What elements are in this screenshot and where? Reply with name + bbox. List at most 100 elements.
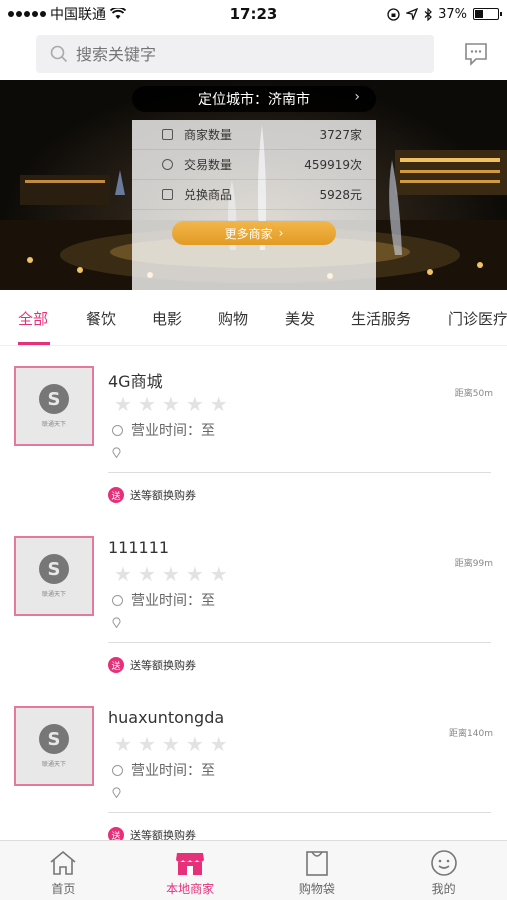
thumbnail-brand: 联通天下 — [41, 421, 66, 428]
merchant-distance: 距离140m — [449, 729, 493, 739]
nav-profile[interactable]: 我的 — [380, 841, 507, 900]
hours-text: 营业时间：至 — [131, 763, 215, 779]
divider — [108, 472, 491, 473]
stat-value: 459919次 — [304, 158, 362, 172]
bluetooth-icon — [424, 7, 432, 21]
clock-icon — [112, 594, 123, 606]
thumbnail-brand: 联通天下 — [41, 591, 66, 598]
battery-percent: 37% — [438, 6, 467, 22]
business-hours: 营业时间：至 — [112, 590, 215, 610]
stat-value: 5928元 — [319, 188, 362, 202]
coupon-badge: 送 — [108, 827, 124, 840]
active-tab-indicator — [18, 342, 50, 345]
star-icon: ★ — [185, 732, 204, 756]
store-icon — [176, 853, 205, 875]
home-icon — [50, 850, 76, 875]
hours-text: 营业时间：至 — [131, 593, 215, 609]
merchant-card[interactable]: S 联通天下 111111 距离99m ★ ★ ★ ★ ★ 营业时间：至 送 送等额换购… — [0, 516, 507, 686]
store-count-icon — [162, 129, 173, 140]
message-button[interactable] — [461, 39, 491, 69]
tab-dining[interactable]: 餐饮 — [86, 308, 116, 329]
tab-all[interactable]: 全部 — [18, 308, 48, 329]
bag-icon — [306, 851, 328, 876]
business-hours: 营业时间：至 — [112, 420, 215, 440]
search-input[interactable] — [76, 44, 396, 64]
city-banner: 定位城市：济南市 › 商家数量 3727家 交易数量 459919次 兑换商品 … — [0, 80, 507, 290]
signal-icon — [8, 11, 46, 17]
rating-stars: ★ ★ ★ ★ ★ — [114, 564, 228, 584]
status-bar: 中国联通 17:23 37% — [0, 0, 507, 28]
status-time: 17:23 — [229, 5, 278, 23]
search-header — [0, 28, 507, 80]
stat-label: 商家数量 — [184, 128, 233, 142]
star-icon: ★ — [114, 562, 132, 586]
star-icon: ★ — [161, 562, 180, 586]
merchant-card[interactable]: S 联通天下 4G商城 距离50m ★ ★ ★ ★ ★ 营业时间：至 送 送等额换购券 — [0, 346, 507, 516]
star-icon: ★ — [137, 392, 156, 416]
location-pin-icon — [112, 787, 121, 798]
clock-icon — [112, 764, 123, 776]
tab-life-services[interactable]: 生活服务 — [351, 308, 411, 329]
star-icon: ★ — [161, 392, 180, 416]
profile-icon — [430, 850, 457, 876]
coupon-badge: 送 — [108, 487, 124, 503]
brand-logo-icon: S — [39, 384, 69, 414]
coupon-text: 送等额换购券 — [130, 829, 196, 840]
location-pin-icon — [112, 617, 121, 628]
stat-label: 交易数量 — [184, 158, 233, 172]
star-icon: ★ — [209, 392, 228, 416]
merchant-thumbnail: S 联通天下 — [14, 706, 94, 786]
brand-logo-icon: S — [39, 724, 69, 754]
category-tabs: 全部 餐饮 电影 购物 美发 生活服务 门诊医疗 — [0, 290, 507, 346]
star-icon: ★ — [114, 392, 132, 416]
nav-label: 本地商家 — [166, 882, 215, 896]
star-icon: ★ — [209, 562, 228, 586]
nav-shopping-bag[interactable]: 购物袋 — [254, 841, 381, 900]
star-icon: ★ — [137, 732, 156, 756]
tab-shopping[interactable]: 购物 — [218, 308, 248, 329]
merchant-list: S 联通天下 4G商城 距离50m ★ ★ ★ ★ ★ 营业时间：至 送 送等额换购券 … — [0, 346, 507, 840]
star-icon: ★ — [137, 562, 156, 586]
exchange-goods-icon — [162, 189, 173, 200]
thumbnail-brand: 联通天下 — [41, 761, 66, 768]
brand-logo-icon: S — [39, 554, 69, 584]
coupon-info: 送 送等额换购券 — [108, 827, 196, 840]
rating-stars: ★ ★ ★ ★ ★ — [114, 734, 228, 754]
rating-stars: ★ ★ ★ ★ ★ — [114, 394, 228, 414]
city-label: 定位城市：济南市 — [198, 92, 310, 108]
carrier-label: 中国联通 — [50, 7, 106, 23]
tab-hair[interactable]: 美发 — [285, 308, 315, 329]
merchant-name: 111111 — [108, 538, 170, 557]
chevron-right-icon: › — [278, 226, 284, 240]
coupon-text: 送等额换购券 — [130, 489, 196, 502]
nav-label: 购物袋 — [298, 882, 335, 896]
stat-row: 商家数量 3727家 — [132, 120, 376, 150]
nav-label: 我的 — [431, 882, 456, 896]
merchant-distance: 距离99m — [454, 559, 493, 569]
coupon-info: 送 送等额换购券 — [108, 487, 196, 503]
stats-card: 商家数量 3727家 交易数量 459919次 兑换商品 5928元 更多商家 … — [132, 120, 376, 290]
merchant-name: huaxuntongda — [108, 708, 225, 727]
bottom-tab-bar: 首页 本地商家 购物袋 我的 — [0, 840, 507, 900]
battery-icon — [473, 8, 502, 20]
coupon-text: 送等额换购券 — [130, 659, 196, 672]
merchant-thumbnail: S 联通天下 — [14, 536, 94, 616]
merchant-thumbnail: S 联通天下 — [14, 366, 94, 446]
city-selector[interactable]: 定位城市：济南市 › — [132, 86, 376, 112]
star-icon: ★ — [209, 732, 228, 756]
tab-movies[interactable]: 电影 — [152, 308, 182, 329]
tab-clinic[interactable]: 门诊医疗 — [448, 308, 507, 329]
more-merchants-label: 更多商家 — [224, 226, 273, 241]
stat-row: 兑换商品 5928元 — [132, 180, 376, 210]
star-icon: ★ — [185, 392, 204, 416]
more-merchants-button[interactable]: 更多商家 › — [172, 221, 336, 245]
nav-local-merchants[interactable]: 本地商家 — [127, 841, 254, 900]
divider — [108, 812, 491, 813]
hours-text: 营业时间：至 — [131, 423, 215, 439]
nav-home[interactable]: 首页 — [0, 841, 127, 900]
rotation-lock-icon — [387, 7, 400, 21]
coupon-badge: 送 — [108, 657, 124, 673]
star-icon: ★ — [185, 562, 204, 586]
merchant-card[interactable]: S 联通天下 huaxuntongda 距离140m ★ ★ ★ ★ ★ 营业时间：至 … — [0, 686, 507, 840]
search-box[interactable] — [36, 35, 434, 73]
